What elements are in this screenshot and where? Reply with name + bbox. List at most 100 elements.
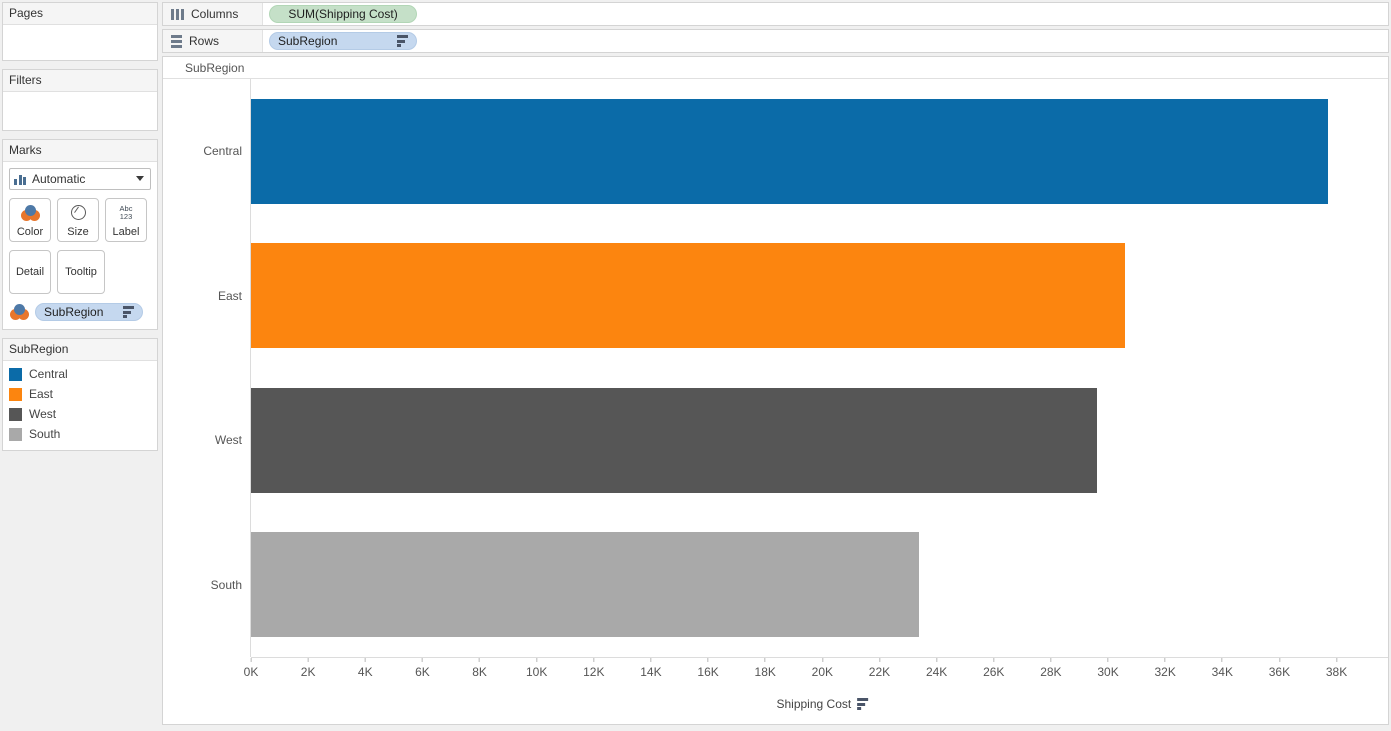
legend-item-central[interactable]: Central [9,364,151,384]
x-axis-tick-label: 34K [1211,665,1233,679]
rows-shelf[interactable]: Rows SubRegion [162,29,1389,53]
tick-mark [479,658,481,662]
mark-type-dropdown[interactable]: Automatic [9,168,151,190]
x-axis-tick: 32K [1154,658,1176,679]
tick-mark [421,658,423,662]
x-axis-tick-label: 26K [983,665,1005,679]
x-axis-tick: 28K [1040,658,1062,679]
tick-mark [1164,658,1166,662]
chevron-down-icon[interactable] [136,176,144,181]
tick-mark [1050,658,1052,662]
bar-central[interactable] [251,98,1328,204]
x-axis-tick-label: 4K [357,665,373,679]
marks-tooltip-button[interactable]: Tooltip [57,250,105,294]
marks-subregion-pill[interactable]: SubRegion [35,303,143,321]
columns-shelf-content[interactable]: SUM(Shipping Cost) [263,5,417,23]
tick-mark [1278,658,1280,662]
x-axis-tick-label: 38K [1325,665,1348,679]
tick-mark [993,658,995,662]
x-axis-tick-label: 16K [697,665,719,679]
pages-drop-zone[interactable] [3,25,157,60]
x-axis-tick: 38K [1326,658,1347,679]
tick-mark [307,658,309,662]
marks-size-button[interactable]: Size [57,198,99,242]
x-axis-tick: 10K [526,658,547,679]
x-axis-tick: 0K [244,658,258,679]
sort-descending-icon[interactable] [387,35,408,47]
legend-item-south[interactable]: South [9,424,151,444]
row-header-west[interactable]: West [163,368,250,513]
tick-mark [1221,658,1223,662]
legend-swatch-east [9,387,22,401]
rows-pill-subregion[interactable]: SubRegion [269,32,417,50]
marks-detail-label: Detail [15,266,45,278]
x-axis-tick: 18K [755,658,776,679]
tick-mark [764,658,766,662]
x-axis-tick-label: 18K [754,665,776,679]
legend-item-west[interactable]: West [9,404,151,424]
x-axis-tick: 26K [983,658,1004,679]
color-legend-card: SubRegion Central East West South [2,338,158,451]
filters-drop-zone[interactable] [3,92,157,130]
x-axis-tick: 4K [358,658,373,679]
legend-item-east[interactable]: East [9,384,151,404]
x-axis-tick: 6K [415,658,430,679]
sort-descending-icon[interactable] [857,698,869,710]
viz-body: Central East West South [163,79,1388,657]
columns-shelf[interactable]: Columns SUM(Shipping Cost) [162,2,1389,26]
row-header-central[interactable]: Central [163,79,250,224]
columns-shelf-label-text: Columns [191,7,239,21]
sort-descending-icon[interactable] [113,306,134,318]
rows-pill-label: SubRegion [278,34,338,48]
color-palette-icon [20,204,40,221]
tick-mark [936,658,938,662]
tick-mark [1336,658,1338,662]
x-axis-tick: 8K [472,658,487,679]
x-axis[interactable]: Shipping Cost 0K 2K 4K 6K 8K 10K 12K 14K 16K 18K 2… [244,657,1388,723]
legend-label-south: South [29,427,61,441]
row-header-east[interactable]: East [163,224,250,369]
columns-icon [171,8,184,20]
filters-card: Filters [2,69,158,131]
tick-mark [821,658,823,662]
axis-title[interactable]: Shipping Cost [776,697,869,711]
x-axis-tick: 12K [583,658,604,679]
legend-title: SubRegion [3,339,157,361]
x-axis-tick-label: 2K [300,665,316,679]
x-axis-tick-label: 6K [415,665,430,679]
bar-east[interactable] [251,243,1126,349]
plot-area [251,79,1388,657]
tick-mark [364,658,366,662]
x-axis-tick-label: 24K [925,665,948,679]
x-axis-tick-label: 32K [1154,665,1176,679]
row-header-south[interactable]: South [163,513,250,658]
x-axis-tick: 30K [1097,658,1119,679]
tick-mark [593,658,595,662]
x-axis-tick-label: 36K [1268,665,1291,679]
marks-color-button[interactable]: Color [9,198,51,242]
columns-pill-label: SUM(Shipping Cost) [288,7,398,21]
marks-buttons-row-1: Color Size Abc 123 Label [9,198,151,242]
legend-label-central: Central [29,367,68,381]
rows-shelf-label-text: Rows [189,34,220,48]
visualization-pane[interactable]: SubRegion Central East West South Shippi… [162,56,1389,725]
bar-south[interactable] [251,532,920,638]
bar-row [251,79,1388,224]
marks-card: Marks Automatic Color Size Abc 123 Label… [2,139,158,330]
marks-color-label: Color [16,226,44,238]
marks-label-button[interactable]: Abc 123 Label [105,198,147,242]
tick-mark [650,658,652,662]
x-axis-tick-label: 14K [640,665,662,679]
legend-swatch-west [9,407,22,421]
marks-detail-button[interactable]: Detail [9,250,51,294]
rows-shelf-content[interactable]: SubRegion [263,32,417,50]
x-axis-tick-label: 12K [583,665,605,679]
color-palette-icon [9,304,29,320]
bar-west[interactable] [251,387,1097,493]
mark-type-value: Automatic [32,172,86,186]
x-axis-tick-label: 20K [811,665,834,679]
legend-swatch-south [9,427,22,441]
columns-pill-sum-shipping-cost[interactable]: SUM(Shipping Cost) [269,5,417,23]
size-circle-icon [70,205,86,220]
x-axis-tick-label: 10K [525,665,548,679]
